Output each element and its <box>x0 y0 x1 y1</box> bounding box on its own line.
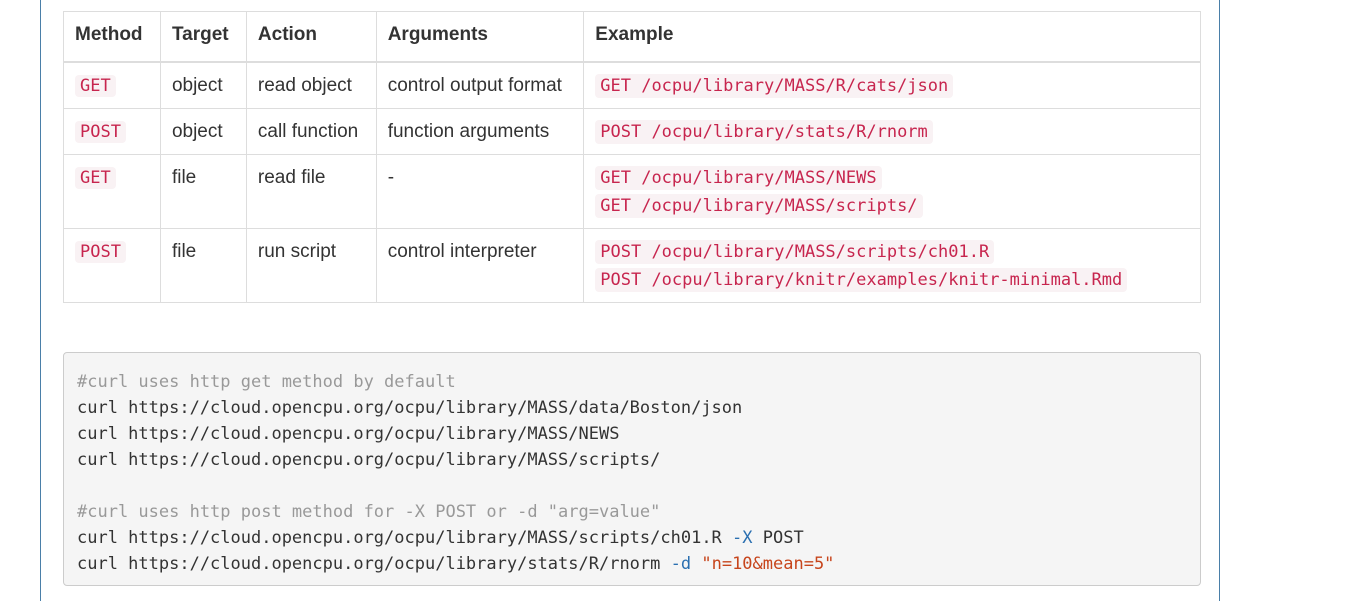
cell-arguments: control interpreter <box>375 227 585 303</box>
page: Method Target Action Arguments Example G… <box>0 0 1350 601</box>
cell-method: POST <box>63 227 161 303</box>
cell-target: object <box>159 61 247 109</box>
header-example: Example <box>583 11 1201 63</box>
header-row: Method Target Action Arguments Example <box>63 11 1201 63</box>
example-line: POST /ocpu/library/stats/R/rnorm <box>595 118 1189 146</box>
method-code: GET <box>75 74 116 97</box>
code-command: curl https://cloud.opencpu.org/ocpu/libr… <box>77 528 733 548</box>
cell-example: GET /ocpu/library/MASS/R/cats/json <box>583 61 1201 109</box>
cell-action: read object <box>245 61 377 109</box>
content-panel: Method Target Action Arguments Example G… <box>40 0 1220 601</box>
code-flag: -X <box>732 528 753 548</box>
example-code: GET /ocpu/library/MASS/scripts/ <box>595 193 923 218</box>
table-body: GET object read object control output fo… <box>63 61 1201 303</box>
cell-action: read file <box>245 153 377 229</box>
header-method: Method <box>63 11 161 63</box>
table-header: Method Target Action Arguments Example <box>63 11 1201 63</box>
code-argument: POST <box>752 528 804 548</box>
example-line: GET /ocpu/library/MASS/scripts/ <box>595 192 1189 220</box>
header-arguments: Arguments <box>375 11 585 63</box>
curl-code-block: #curl uses http get method by default cur… <box>63 352 1201 586</box>
cell-target: object <box>159 107 247 155</box>
table-row: POST object call function function argum… <box>63 107 1201 155</box>
header-action: Action <box>245 11 377 63</box>
cell-example: GET /ocpu/library/MASS/NEWS GET /ocpu/li… <box>583 153 1201 229</box>
example-line: POST /ocpu/library/MASS/scripts/ch01.R <box>595 238 1189 266</box>
code-comment: #curl uses http get method by default <box>77 372 456 392</box>
cell-example: POST /ocpu/library/MASS/scripts/ch01.R P… <box>583 227 1201 303</box>
method-code: GET <box>75 166 116 189</box>
cell-target: file <box>159 227 247 303</box>
cell-example: POST /ocpu/library/stats/R/rnorm <box>583 107 1201 155</box>
code-string: "n=10&mean=5" <box>701 554 835 574</box>
cell-target: file <box>159 153 247 229</box>
code-line: curl https://cloud.opencpu.org/ocpu/libr… <box>77 450 661 470</box>
cell-method: GET <box>63 61 161 109</box>
api-methods-table: Method Target Action Arguments Example G… <box>63 11 1201 303</box>
example-code: POST /ocpu/library/stats/R/rnorm <box>595 119 933 144</box>
code-comment: #curl uses http post method for -X POST … <box>77 502 661 522</box>
header-target: Target <box>159 11 247 63</box>
table-row: POST file run script control interpreter… <box>63 227 1201 303</box>
method-code: POST <box>75 240 126 263</box>
cell-action: run script <box>245 227 377 303</box>
code-flag: -d <box>670 554 692 574</box>
example-line: POST /ocpu/library/knitr/examples/knitr-… <box>595 266 1189 294</box>
code-line: curl https://cloud.opencpu.org/ocpu/libr… <box>77 525 1187 551</box>
example-code: POST /ocpu/library/MASS/scripts/ch01.R <box>595 239 995 264</box>
method-code: POST <box>75 120 126 143</box>
cell-method: POST <box>63 107 161 155</box>
cell-method: GET <box>63 153 161 229</box>
code-line: curl https://cloud.opencpu.org/ocpu/libr… <box>77 398 743 418</box>
code-command: curl https://cloud.opencpu.org/ocpu/libr… <box>77 554 671 574</box>
example-code: POST /ocpu/library/knitr/examples/knitr-… <box>595 267 1128 292</box>
code-line: curl https://cloud.opencpu.org/ocpu/libr… <box>77 424 620 444</box>
cell-arguments: - <box>375 153 585 229</box>
example-line: GET /ocpu/library/MASS/NEWS <box>595 164 1189 192</box>
example-line: GET /ocpu/library/MASS/R/cats/json <box>595 72 1189 100</box>
example-code: GET /ocpu/library/MASS/R/cats/json <box>595 73 954 98</box>
table-row: GET object read object control output fo… <box>63 61 1201 109</box>
code-line: curl https://cloud.opencpu.org/ocpu/libr… <box>77 551 1187 577</box>
table-row: GET file read file - GET /ocpu/library/M… <box>63 153 1201 229</box>
cell-arguments: control output format <box>375 61 585 109</box>
cell-action: call function <box>245 107 377 155</box>
example-code: GET /ocpu/library/MASS/NEWS <box>595 165 882 190</box>
cell-arguments: function arguments <box>375 107 585 155</box>
